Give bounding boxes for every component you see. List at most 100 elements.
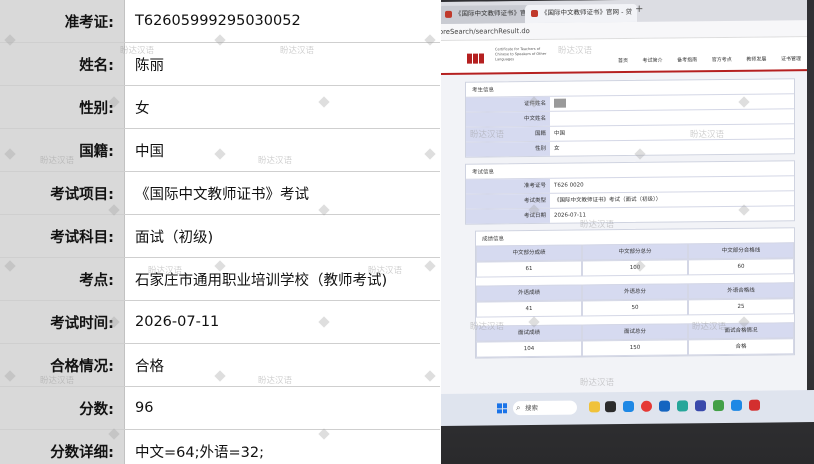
taskbar-app-icon[interactable] xyxy=(659,400,670,412)
row-label: 考试项目: xyxy=(0,171,125,215)
kv-key: 考试类型 xyxy=(466,193,550,209)
nav-item[interactable]: 教师发展 xyxy=(746,57,766,63)
row-value: 96 xyxy=(124,386,440,430)
row-value: 合格 xyxy=(124,343,440,387)
row-value: 陈丽 xyxy=(124,42,440,86)
row-label: 性别: xyxy=(0,85,125,129)
taskbar-search[interactable]: 搜索 xyxy=(513,400,577,416)
nav-item[interactable]: 官方考点 xyxy=(712,57,732,63)
score-value-cell: 104 xyxy=(476,340,582,358)
row-value: 中文=64;外语=32; xyxy=(124,429,440,464)
row-value: 石家庄市通用职业培训学校（教师考试) xyxy=(124,257,440,301)
score-value-row: 41 50 25 xyxy=(476,298,794,318)
site-header: Certificate for Teachers of Chinese to S… xyxy=(441,37,807,75)
table-row: 性别: 女 xyxy=(0,85,440,129)
taskbar-app-icon[interactable] xyxy=(623,400,634,413)
candidate-panel: 考生信息 证件姓名 中文姓名 国籍 中国 性别 女 xyxy=(465,78,795,158)
table-row: 考点: 石家庄市通用职业培训学校（教师考试) xyxy=(0,257,440,301)
kv-value: T626 0020 xyxy=(554,182,584,189)
row-label: 分数: xyxy=(0,386,125,430)
kv-value xyxy=(550,94,794,111)
site-logo-icon xyxy=(467,48,489,64)
nav-item[interactable]: 备考指南 xyxy=(677,57,697,63)
site-favicon-icon xyxy=(445,10,452,18)
kv-key: 中文姓名 xyxy=(466,111,550,127)
new-tab-icon[interactable]: + xyxy=(635,4,643,15)
exam-info-table: 准考证: T62605999295030052 姓名: 陈丽 性别: 女 国籍:… xyxy=(0,0,440,464)
row-label: 准考证: xyxy=(0,0,125,43)
row-label: 考试时间: xyxy=(0,300,125,344)
nav-item[interactable]: 考试简介 xyxy=(643,58,663,64)
table-row: 姓名: 陈丽 xyxy=(0,42,440,86)
score-head-cell: 外语合格线 xyxy=(688,282,794,300)
score-value-cell: 100 xyxy=(582,259,688,277)
edge-icon[interactable] xyxy=(677,400,688,412)
row-label: 考试科目: xyxy=(0,214,125,258)
score-panel: 成绩信息 中文部分成绩 中文部分总分 中文部分合格线 61 100 60 外语成… xyxy=(475,227,795,359)
kv-key: 考试日期 xyxy=(466,208,550,224)
score-value-cell: 61 xyxy=(476,260,582,278)
site-name: Certificate for Teachers of Chinese to S… xyxy=(495,46,547,62)
kv-value xyxy=(550,109,794,126)
kv-key: 国籍 xyxy=(466,126,550,142)
windows-taskbar: 搜索 xyxy=(441,390,814,426)
result-content: 考生信息 证件姓名 中文姓名 国籍 中国 性别 女 考试信息 准考证号 T626… xyxy=(465,78,795,364)
score-head-cell: 中文部分成绩 xyxy=(476,244,582,262)
row-value: 2026-07-11 xyxy=(124,300,440,344)
table-row: 考试时间: 2026-07-11 xyxy=(0,300,440,344)
kv-key: 性别 xyxy=(466,141,550,157)
score-value-cell: 50 xyxy=(582,299,688,317)
table-row: 考试科目: 面试（初级) xyxy=(0,214,440,258)
nav-item[interactable]: 证书管理 xyxy=(781,56,801,62)
exam-info-panel: 准考证: T62605999295030052 姓名: 陈丽 性别: 女 国籍:… xyxy=(0,0,440,464)
browser-tab-active[interactable]: 《国际中文教师证书》官网 - 贷 xyxy=(525,3,637,24)
row-value: 面试（初级) xyxy=(124,214,440,258)
row-value: 中国 xyxy=(124,128,440,172)
score-value-cell: 60 xyxy=(688,258,794,276)
taskbar-app-icon[interactable] xyxy=(605,401,616,413)
chrome-icon[interactable] xyxy=(641,400,652,412)
row-value: 《国际中文教师证书》考试 xyxy=(124,171,440,215)
kv-value: 中国 xyxy=(554,130,566,137)
table-row: 国籍: 中国 xyxy=(0,128,440,172)
kv-key: 证件姓名 xyxy=(466,96,550,112)
row-label: 姓名: xyxy=(0,42,125,86)
kv-value: 2026-07-11 xyxy=(554,212,586,219)
windows-start-icon[interactable] xyxy=(497,403,507,414)
table-row: 考试项目: 《国际中文教师证书》考试 xyxy=(0,171,440,215)
table-row: 合格情况: 合格 xyxy=(0,343,440,387)
exam-panel: 考试信息 准考证号 T626 0020 考试类型 《国际中文教师证书》考试（面试… xyxy=(465,160,795,225)
score-value-cell: 150 xyxy=(582,339,688,357)
browser-tab-bar: 《国际中文教师证书》官网 - 贷 《国际中文教师证书》官网 - 贷 + xyxy=(441,0,807,25)
table-row: 分数详细: 中文=64;外语=32; xyxy=(0,429,440,464)
row-value: T62605999295030052 xyxy=(124,0,440,43)
taskbar-app-icon[interactable] xyxy=(695,400,706,412)
table-row: 准考证: T62605999295030052 xyxy=(0,0,440,43)
browser-tab[interactable]: 《国际中文教师证书》官网 - 贷 xyxy=(441,5,546,24)
row-label: 考点: xyxy=(0,257,125,301)
redacted-photo xyxy=(554,98,566,108)
row-label: 合格情况: xyxy=(0,343,125,387)
site-favicon-icon xyxy=(531,9,538,17)
score-head-cell: 外语成绩 xyxy=(476,284,582,302)
row-value: 女 xyxy=(124,85,440,129)
score-value-cell: 41 xyxy=(476,300,582,318)
kv-key: 准考证号 xyxy=(466,178,550,194)
score-value-row: 61 100 60 xyxy=(476,258,794,278)
score-value-row: 104 150 合格 xyxy=(476,338,794,358)
wps-icon[interactable] xyxy=(749,399,760,411)
nav-item[interactable]: 首页 xyxy=(618,58,628,64)
score-head-cell: 面试总分 xyxy=(582,323,688,341)
taskbar-app-icon[interactable] xyxy=(713,399,724,412)
kv-value: 女 xyxy=(554,145,560,152)
taskbar-app-icon[interactable] xyxy=(589,401,600,413)
score-head-cell: 外语总分 xyxy=(582,283,688,301)
score-value-cell: 合格 xyxy=(688,338,794,356)
row-label: 分数详细: xyxy=(0,429,125,464)
kv-value: 《国际中文教师证书》考试（面试（初级）） xyxy=(554,196,662,204)
score-head-cell: 面试成绩 xyxy=(476,324,582,342)
score-value-cell: 25 xyxy=(688,298,794,316)
row-label: 国籍: xyxy=(0,128,125,172)
score-head-cell: 中文部分合格线 xyxy=(688,242,794,260)
taskbar-app-icon[interactable] xyxy=(731,399,742,411)
